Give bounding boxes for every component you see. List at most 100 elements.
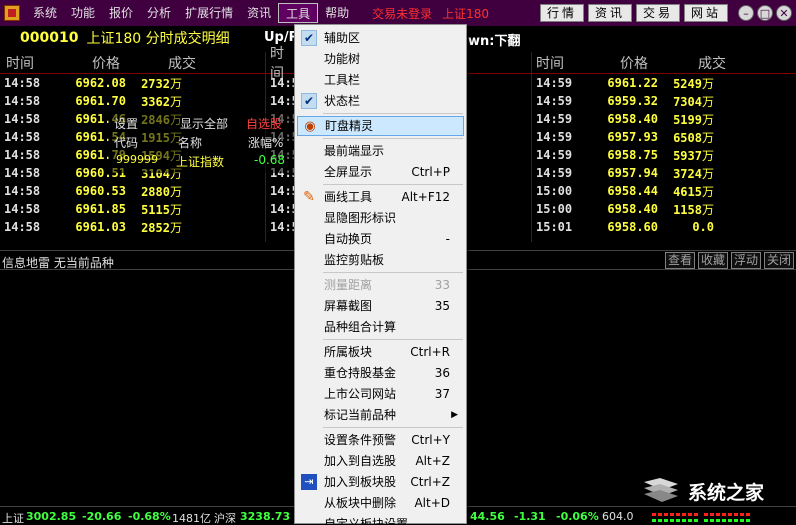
tools-menu-item[interactable]: 屏幕截图 35 xyxy=(297,296,464,316)
rise-bar xyxy=(704,513,752,516)
watermark: 系统之家 xyxy=(640,474,796,506)
hs-index-value[interactable]: 3238.73 xyxy=(240,510,290,523)
r-index-change: -1.31 xyxy=(514,510,546,523)
trade-volume-value: 1158 xyxy=(673,202,702,217)
tools-menu-item[interactable]: 加入到自选股 Alt+Z xyxy=(297,451,464,471)
trade-price: 6958.60 xyxy=(607,220,658,234)
tools-menu-label: 辅助区 xyxy=(324,31,361,45)
trade-time: 14:58 xyxy=(4,148,41,162)
view-button[interactable]: 查看 xyxy=(664,252,695,269)
tools-menu-item[interactable]: 设置条件预警 Ctrl+Y xyxy=(297,430,464,450)
check-icon: ✔ xyxy=(301,30,317,46)
tools-menu-item[interactable]: ✎ 画线工具 Alt+F12 xyxy=(297,187,464,207)
tools-menu-item[interactable]: 品种组合计算 xyxy=(297,317,464,337)
trade-price: 6960.53 xyxy=(75,184,126,198)
tools-menu-item[interactable]: 监控剪贴板 xyxy=(297,250,464,270)
show-all-link[interactable]: 显示全部 xyxy=(180,115,228,132)
trade-time: 15:01 xyxy=(536,220,573,234)
trade-time: 14:59 xyxy=(536,94,573,108)
menu-system[interactable]: 系统 xyxy=(26,3,64,23)
tools-menu-item[interactable]: 全屏显示 Ctrl+P xyxy=(297,162,464,182)
row-name[interactable]: 上证指数 xyxy=(176,153,224,170)
favorite-button[interactable]: 收藏 xyxy=(697,252,728,269)
trade-time: 14:59 xyxy=(536,76,573,90)
tools-menu-label: 重仓持股基金 xyxy=(324,366,397,380)
tools-menu-item[interactable]: ✔ 状态栏 xyxy=(297,91,464,111)
trade-volume-value: 5249 xyxy=(673,76,702,91)
minimize-icon[interactable]: – xyxy=(738,5,754,21)
row-change: -0.68 xyxy=(254,153,286,167)
tools-menu-item[interactable]: 标记当前品种 ▶ xyxy=(297,405,464,425)
float-button[interactable]: 浮动 xyxy=(730,252,761,269)
info-mine-label: 信息地雷 无当前品种 xyxy=(2,256,114,270)
tools-dropdown-menu: ✔ 辅助区功能树工具栏 ✔ 状态栏 ◉ 盯盘精灵最前端显示全屏显示 Ctrl+P ✎ 画线工具 A… xyxy=(294,24,467,525)
trade-volume: 7304万 xyxy=(658,93,714,110)
trade-volume: 5249万 xyxy=(658,75,714,92)
close-icon[interactable]: ✕ xyxy=(776,5,792,21)
quote-button[interactable]: 行情 xyxy=(539,4,584,22)
trade-button[interactable]: 交易 xyxy=(635,4,680,22)
tools-menu-item[interactable]: 所属板块 Ctrl+R xyxy=(297,342,464,362)
news-button[interactable]: 资讯 xyxy=(587,4,632,22)
menu-info[interactable]: 资讯 xyxy=(240,3,278,23)
menu-function[interactable]: 功能 xyxy=(64,3,102,23)
r-index-value[interactable]: 44.56 xyxy=(470,510,505,523)
tools-menu-item[interactable]: 重仓持股基金 36 xyxy=(297,363,464,383)
tools-menu-item[interactable]: 工具栏 xyxy=(297,70,464,90)
website-button[interactable]: 网站 xyxy=(683,4,728,22)
tools-menu-item[interactable]: 测量距离 33 xyxy=(297,275,464,295)
trade-volume-unit: 万 xyxy=(169,184,182,199)
trade-volume-value: 5937 xyxy=(673,148,702,163)
trade-volume: 3362万 xyxy=(126,93,182,110)
trade-time: 15:00 xyxy=(536,184,573,198)
tools-menu-item[interactable]: 最前端显示 xyxy=(297,141,464,161)
panel-header: 时间 价格 成交 xyxy=(532,52,796,74)
menu-extended-market[interactable]: 扩展行情 xyxy=(178,3,240,23)
tools-menu-item[interactable]: 自定义板块设置 xyxy=(297,514,464,525)
menu-tools[interactable]: 工具 xyxy=(278,3,319,23)
menu-help[interactable]: 帮助 xyxy=(318,3,356,23)
trade-price: 6961.85 xyxy=(75,202,126,216)
trade-price: 6961.70 xyxy=(75,94,126,108)
tools-menu-item[interactable]: 自动换页 - xyxy=(297,229,464,249)
trade-volume: 1158万 xyxy=(658,201,714,218)
watermark-text: 系统之家 xyxy=(688,482,765,504)
tools-menu-item[interactable]: 从板块中删除 Alt+D xyxy=(297,493,464,513)
tools-menu-item[interactable]: 功能树 xyxy=(297,49,464,69)
tools-menu-item[interactable]: ◉ 盯盘精灵 xyxy=(297,116,464,136)
tools-menu-label: 自动换页 xyxy=(324,232,373,246)
settings-link[interactable]: 设置 xyxy=(114,115,138,132)
tools-menu-label: 监控剪贴板 xyxy=(324,253,385,267)
trade-volume-unit: 万 xyxy=(701,202,714,217)
fall-bar xyxy=(652,519,700,522)
col-volume-header: 成交 xyxy=(168,55,196,72)
tools-menu-item[interactable]: ⇥ 加入到板块股 Ctrl+Z xyxy=(297,472,464,492)
tools-menu-label: 工具栏 xyxy=(324,73,361,87)
floating-watchlist-window[interactable]: 设置 显示全部 自选股 代码 名称 涨幅% 999999 上证指数 -0.68 xyxy=(108,113,308,173)
watchlist-link[interactable]: 自选股 xyxy=(246,115,282,132)
trade-volume-value: 3724 xyxy=(673,166,702,181)
trade-volume: 6508万 xyxy=(658,129,714,146)
restore-icon[interactable]: □ xyxy=(757,5,773,21)
menu-quote[interactable]: 报价 xyxy=(102,3,140,23)
tools-menu-label: 功能树 xyxy=(324,52,361,66)
tools-menu-label: 上市公司网站 xyxy=(324,387,397,401)
tools-menu-shortcut: Ctrl+R xyxy=(410,345,450,359)
trade-time: 14:58 xyxy=(4,184,41,198)
trade-volume-unit: 万 xyxy=(169,220,182,235)
trade-time: 14:59 xyxy=(536,112,573,126)
app-logo-icon[interactable] xyxy=(4,5,20,21)
trade-volume-unit: 万 xyxy=(701,130,714,145)
tools-menu-item[interactable]: 显隐图形标识 xyxy=(297,208,464,228)
row-code[interactable]: 999999 xyxy=(116,153,158,166)
tools-menu-item[interactable]: 上市公司网站 37 xyxy=(297,384,464,404)
trade-volume: 2880万 xyxy=(126,183,182,200)
tools-menu-label: 最前端显示 xyxy=(324,144,385,158)
tools-menu-label: 显隐图形标识 xyxy=(324,211,397,225)
close-button[interactable]: 关闭 xyxy=(763,252,794,269)
window-controls: – □ ✕ xyxy=(738,5,792,21)
menu-analysis[interactable]: 分析 xyxy=(140,3,178,23)
tools-menu-item[interactable]: ✔ 辅助区 xyxy=(297,28,464,48)
tools-menu-label: 全屏显示 xyxy=(324,165,373,179)
sh-index-value[interactable]: 3002.85 xyxy=(26,510,76,523)
